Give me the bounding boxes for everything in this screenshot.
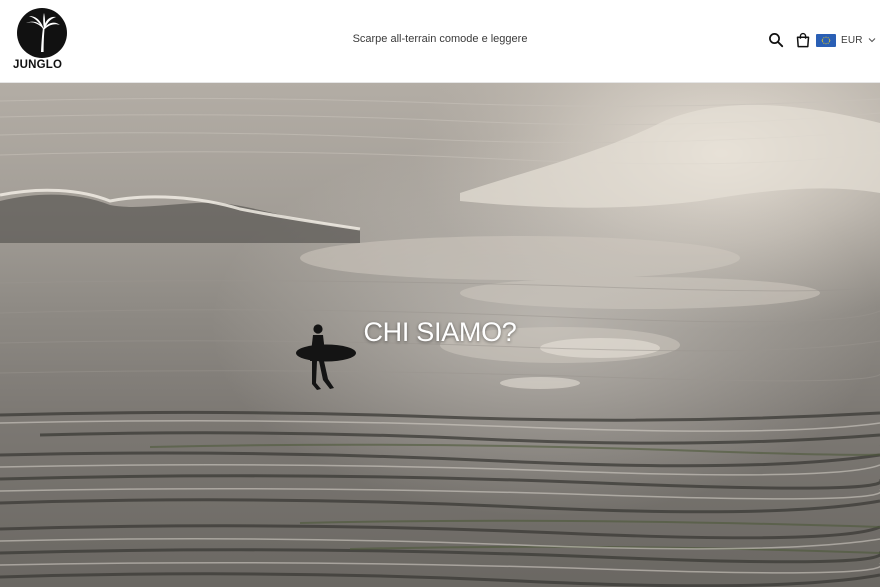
search-button[interactable] — [768, 32, 784, 48]
search-icon — [769, 33, 784, 48]
chevron-down-icon — [868, 38, 876, 43]
brand-logo[interactable]: JUNGLO — [12, 8, 72, 74]
hero-banner[interactable]: CHI SIAMO? — [0, 83, 880, 587]
eu-flag-icon — [816, 33, 836, 47]
cart-button[interactable] — [795, 32, 811, 48]
hero-image-surf-beach — [0, 83, 880, 587]
shopping-bag-icon — [796, 32, 810, 48]
site-header: JUNGLO Scarpe all-terrain comode e legge… — [0, 0, 880, 83]
currency-code: EUR — [841, 34, 863, 46]
tagline-bar: Scarpe all-terrain comode e leggere — [0, 33, 880, 45]
brand-name: JUNGLO — [13, 59, 63, 71]
currency-selector[interactable]: EUR — [816, 32, 876, 48]
palm-tree-icon — [17, 8, 67, 58]
tagline-text: Scarpe all-terrain comode e leggere — [352, 33, 528, 45]
